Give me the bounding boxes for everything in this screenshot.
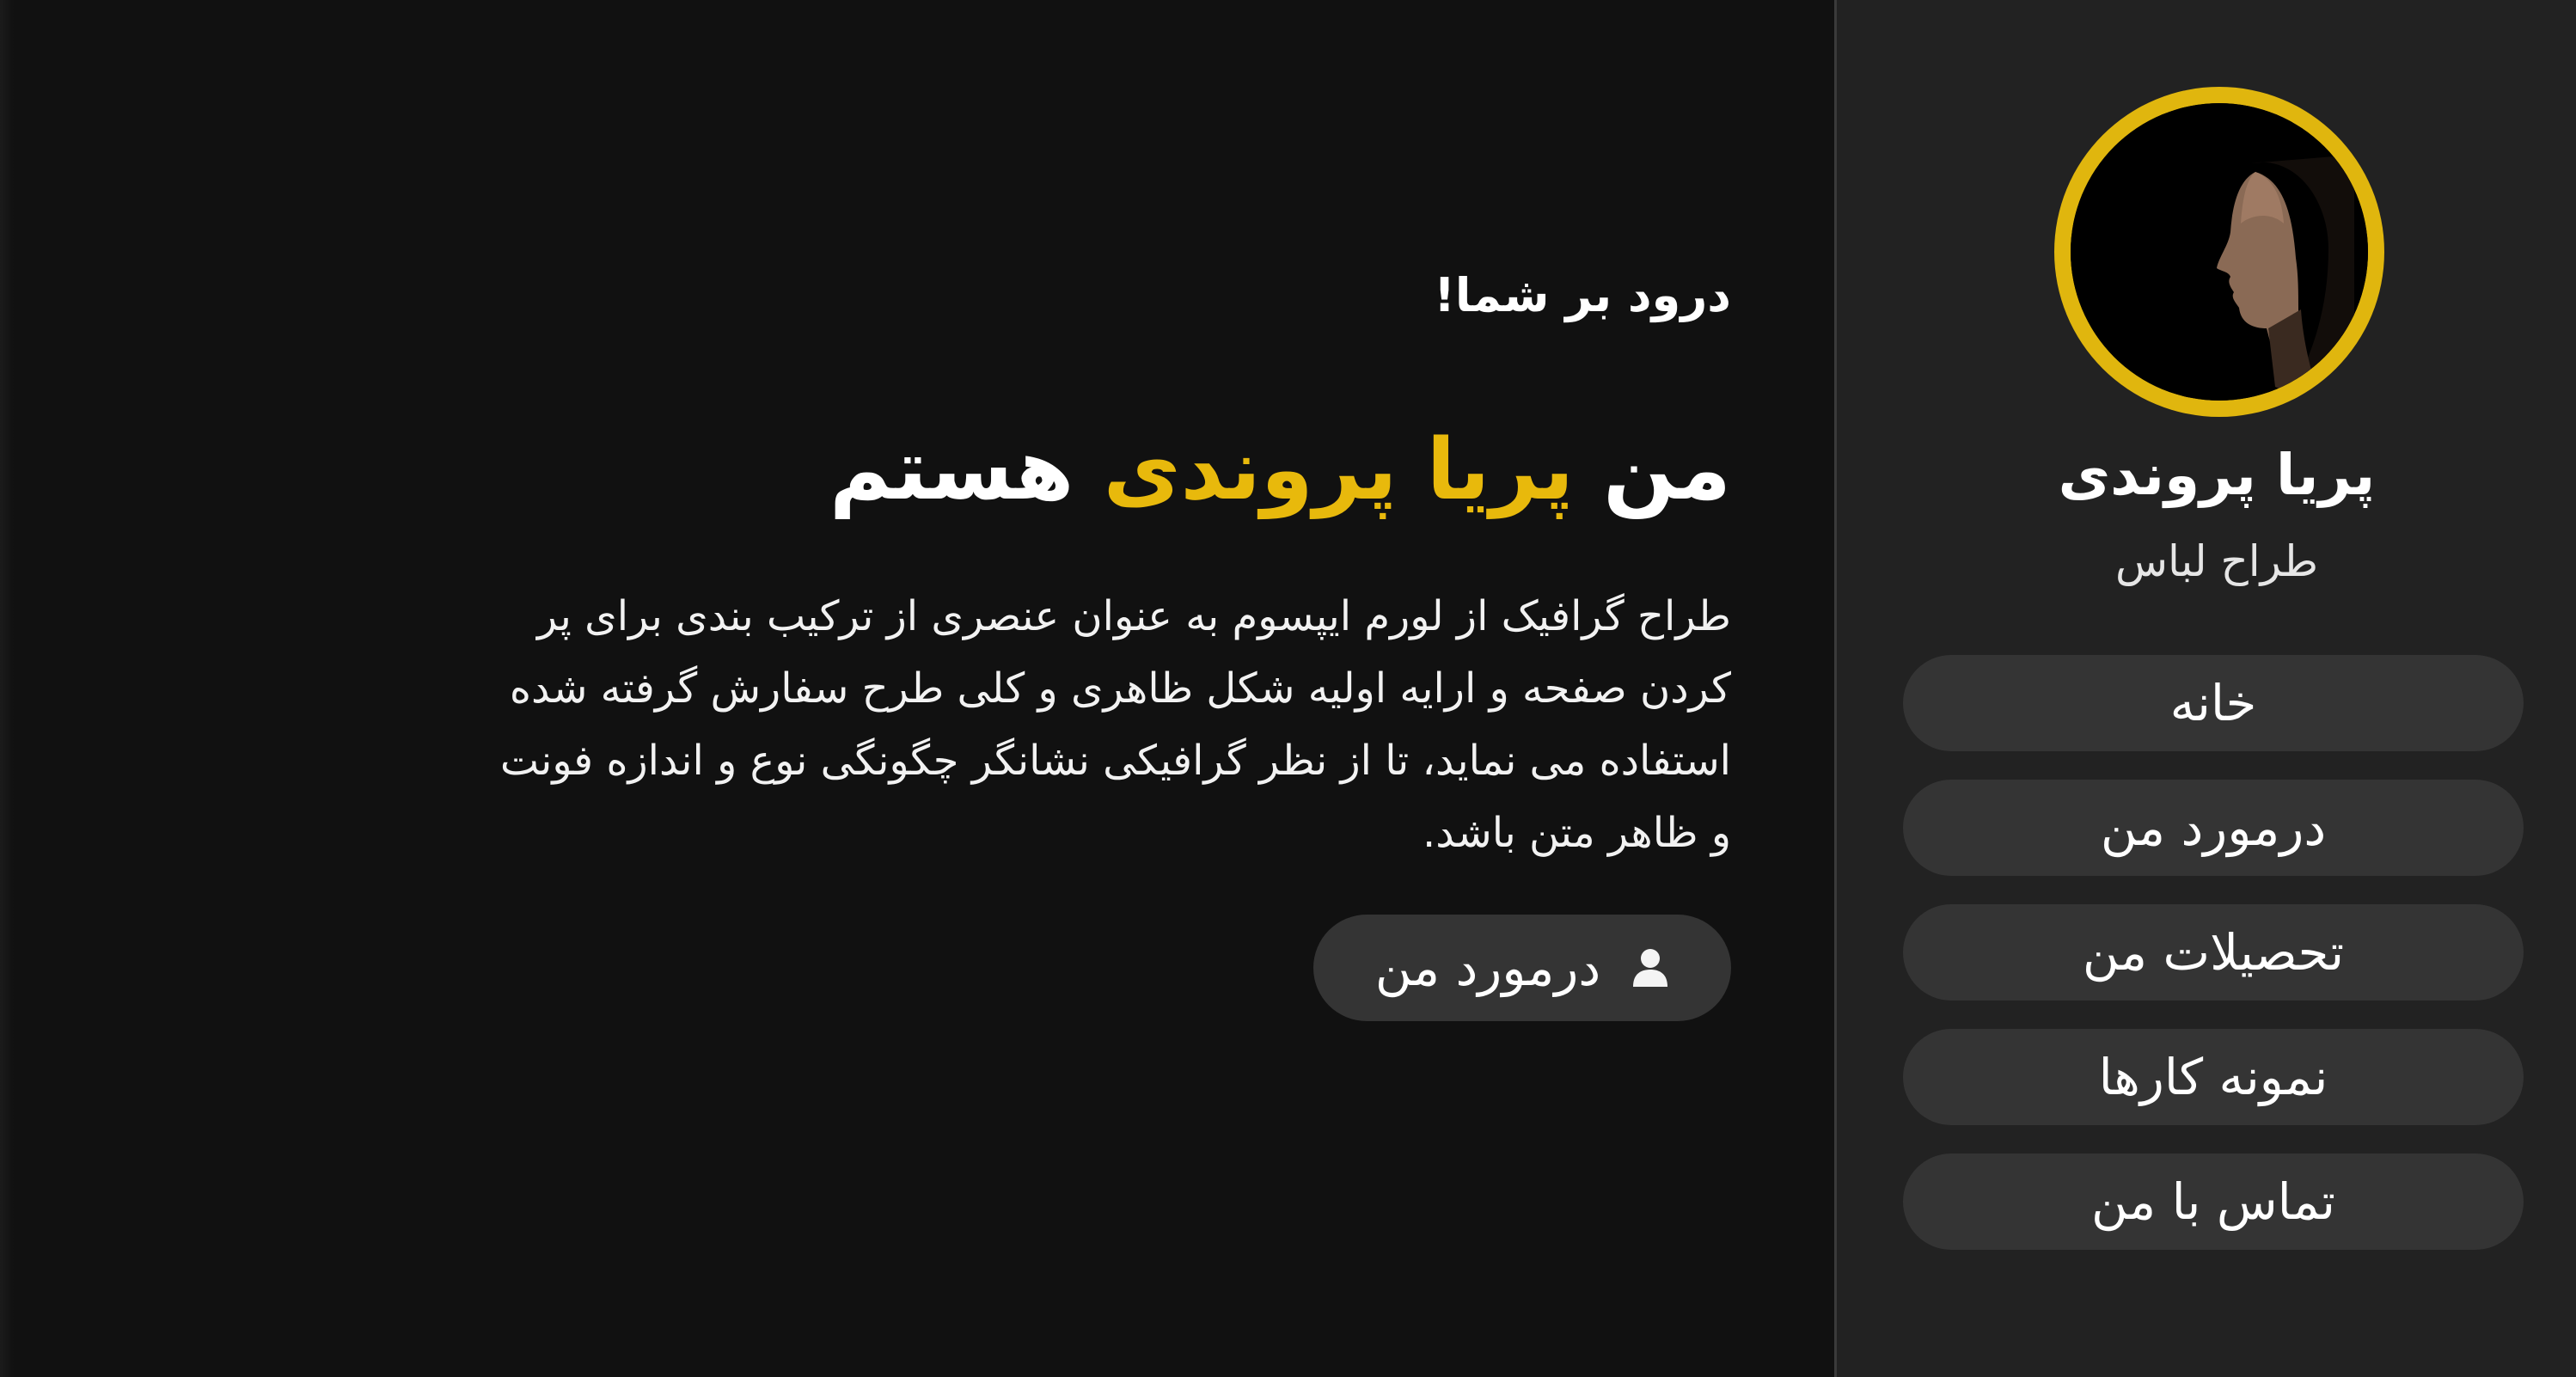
profile-name: پریا پروندی bbox=[2058, 442, 2376, 508]
sidebar: پریا پروندی طراح لباس خانه درمورد من تحص… bbox=[1834, 0, 2576, 1377]
avatar bbox=[2071, 103, 2368, 401]
headline-suffix: هستم bbox=[829, 421, 1074, 519]
greeting: درود بر شما! bbox=[1434, 268, 1731, 322]
avatar-ring bbox=[2054, 87, 2384, 417]
intro-text: طراح گرافیک از لورم ایپسوم به عنوان عنصر… bbox=[499, 592, 1731, 857]
headline: من پریا پروندی هستم bbox=[829, 421, 1731, 519]
nav-item-education[interactable]: تحصیلات من bbox=[1903, 904, 2524, 1001]
profile-role: طراح لباس bbox=[2114, 536, 2319, 586]
nav-item-contact[interactable]: تماس با من bbox=[1903, 1154, 2524, 1250]
edge-shadow bbox=[0, 0, 14, 1377]
headline-name: پریا پروندی bbox=[1103, 421, 1574, 519]
about-me-button-label: درمورد من bbox=[1374, 939, 1601, 997]
about-me-button[interactable]: درمورد من bbox=[1313, 915, 1731, 1021]
nav-item-portfolio[interactable]: نمونه کارها bbox=[1903, 1029, 2524, 1125]
nav-item-home[interactable]: خانه bbox=[1903, 655, 2524, 751]
nav-item-about[interactable]: درمورد من bbox=[1903, 780, 2524, 876]
headline-prefix: من bbox=[1603, 421, 1731, 519]
user-icon bbox=[1631, 947, 1669, 988]
sidebar-nav: خانه درمورد من تحصیلات من نمونه کارها تم… bbox=[1903, 655, 2524, 1278]
